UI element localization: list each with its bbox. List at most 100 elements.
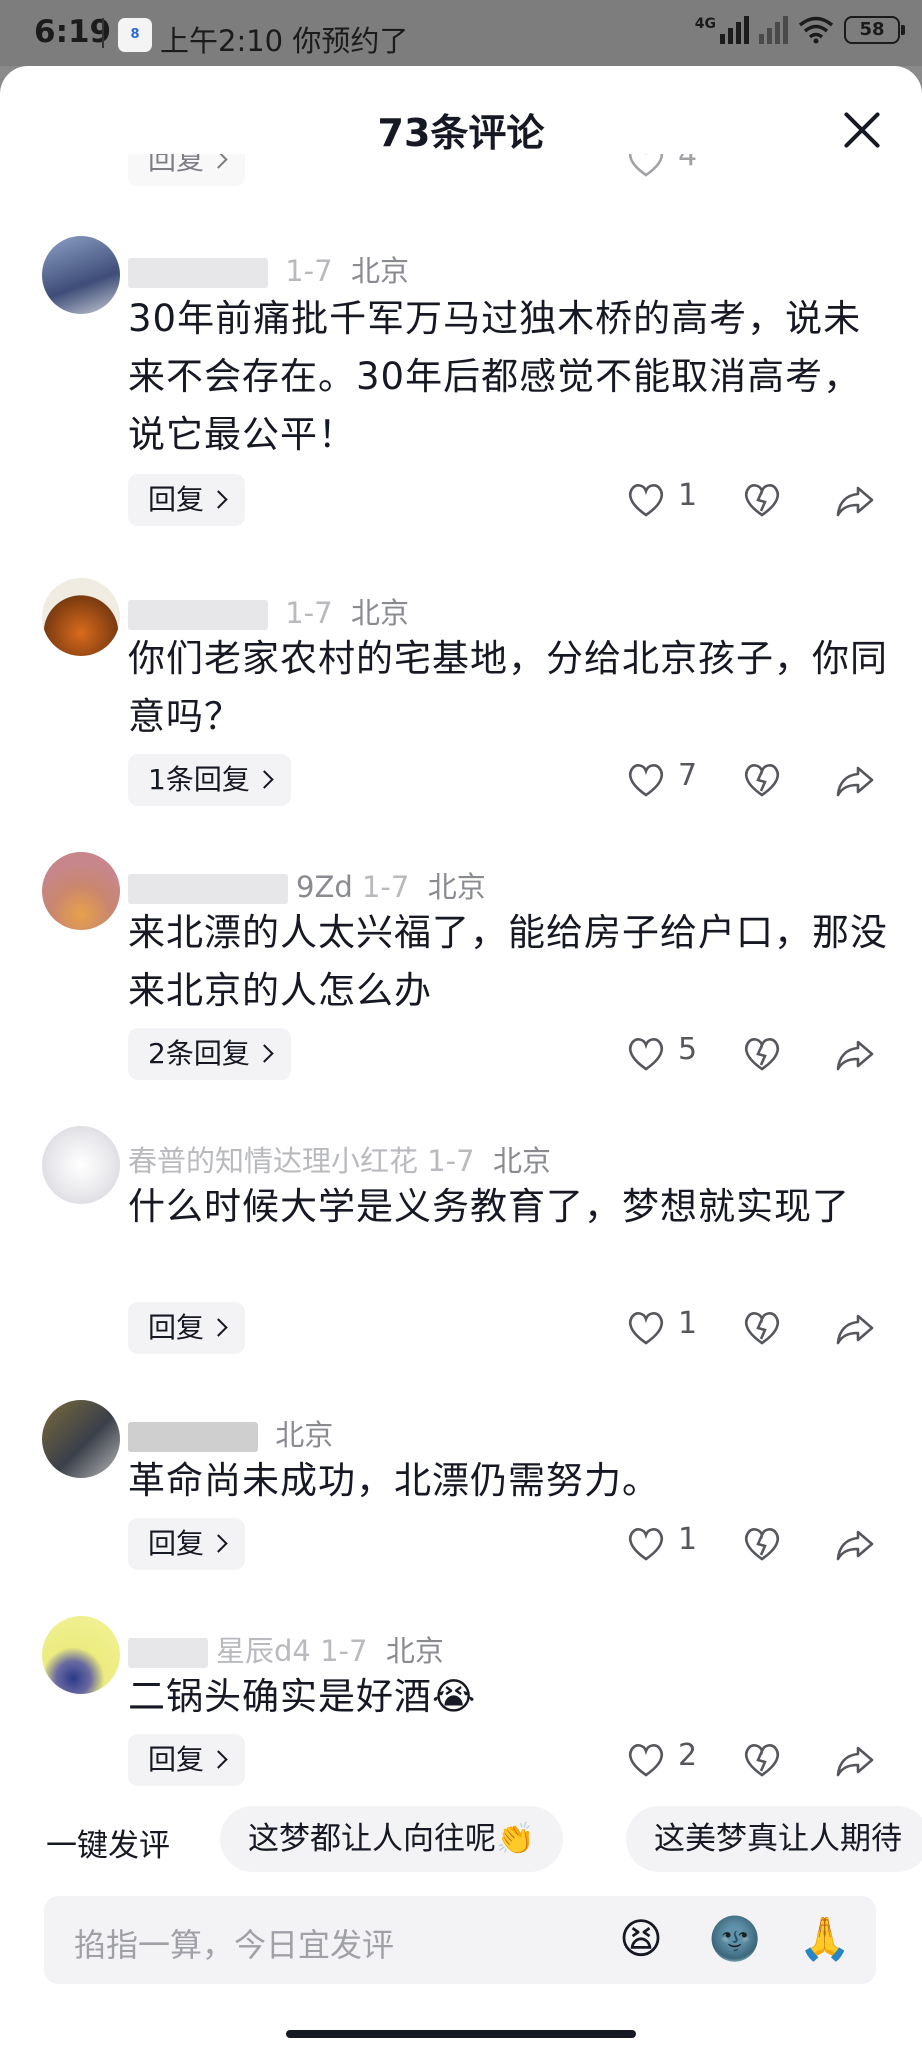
share-icon[interactable] xyxy=(834,480,876,520)
comment-meta: 1-7 北京 xyxy=(128,590,409,632)
avatar[interactable] xyxy=(42,236,120,314)
avatar[interactable] xyxy=(42,852,120,930)
username[interactable]: 星辰d4 xyxy=(216,1634,311,1668)
broken-heart-icon[interactable] xyxy=(742,1034,782,1074)
comment-actions: 5 xyxy=(620,1028,890,1080)
broken-heart-icon[interactable] xyxy=(742,1740,782,1780)
status-notification-text: 上午2:10 你预约了 xyxy=(160,24,409,58)
comment-actions: 1 xyxy=(620,474,890,526)
status-divider xyxy=(102,18,104,48)
sheet-title: 73条评论 xyxy=(377,111,545,155)
signal-icon-secondary xyxy=(759,16,788,44)
home-indicator[interactable] xyxy=(286,2030,636,2038)
avatar[interactable] xyxy=(42,1400,120,1478)
comment-input[interactable]: 掐指一算，今日宜发评 😫 🌚 🙏 xyxy=(44,1896,876,1984)
broken-heart-icon[interactable] xyxy=(742,1308,782,1348)
comment-meta: 北京 xyxy=(128,1412,333,1454)
reply-button[interactable]: 回复 xyxy=(128,1302,246,1354)
comment-location: 北京 xyxy=(275,1418,334,1452)
comment-text: 什么时候大学是义务教育了，梦想就实现了 xyxy=(128,1185,850,1228)
emoji-folded-hands-icon[interactable]: 🙏 xyxy=(796,1910,854,1968)
like-count: 2 xyxy=(678,1738,698,1773)
username[interactable]: 春普的知情达理小红花 xyxy=(128,1144,418,1178)
comment-location: 北京 xyxy=(427,870,486,904)
close-icon[interactable] xyxy=(842,110,882,150)
network-type-label: 4G xyxy=(694,16,716,32)
like-icon[interactable] xyxy=(626,760,666,800)
status-indicators: 4G 58 xyxy=(694,16,905,44)
comment-actions: 2 xyxy=(620,1734,890,1786)
comment-actions: 1 xyxy=(620,1518,890,1570)
like-count: 1 xyxy=(678,478,698,513)
comment-actions: 7 xyxy=(620,754,890,806)
notification-app-icon: 8 xyxy=(118,18,152,52)
broken-heart-icon[interactable] xyxy=(742,480,782,520)
share-icon[interactable] xyxy=(834,760,876,800)
avatar[interactable] xyxy=(42,1616,120,1694)
reply-button[interactable]: 2条回复 xyxy=(128,1028,291,1080)
reply-label: 回复 xyxy=(148,1311,205,1344)
status-bar: 6:19 8 上午2:10 你预约了 4G 58 xyxy=(0,0,922,66)
reply-button[interactable]: 回复 xyxy=(128,1734,246,1786)
quick-comment-chip[interactable]: 这梦都让人向往呢👏 xyxy=(220,1806,563,1872)
chevron-right-icon xyxy=(209,1534,228,1553)
emoji-tired-face-icon[interactable]: 😫 xyxy=(612,1910,670,1968)
comment-meta: 春普的知情达理小红花 1-7 北京 xyxy=(128,1138,551,1180)
comment-location: 北京 xyxy=(493,1144,552,1178)
wifi-icon xyxy=(798,16,834,44)
comment-location: 北京 xyxy=(351,254,410,288)
comment-date: 1-7 xyxy=(320,1634,368,1668)
chevron-right-icon xyxy=(209,1318,228,1337)
reply-label: 回复 xyxy=(148,1743,205,1776)
emoji-new-moon-face-icon[interactable]: 🌚 xyxy=(706,1910,764,1968)
username-redacted xyxy=(128,258,268,288)
comment-date: 1-7 xyxy=(285,254,333,288)
like-icon[interactable] xyxy=(626,1740,666,1780)
reply-button[interactable]: 回复 xyxy=(128,1518,246,1570)
quick-comment-label: 一键发评 xyxy=(46,1828,170,1864)
like-icon[interactable] xyxy=(626,480,666,520)
status-time: 6:19 xyxy=(34,14,112,50)
reply-button[interactable]: 回复 xyxy=(128,474,246,526)
comment-actions: 1 xyxy=(620,1302,890,1354)
reply-button[interactable]: 1条回复 xyxy=(128,754,291,806)
username-redacted xyxy=(128,874,288,904)
chevron-right-icon xyxy=(209,490,228,509)
like-count: 1 xyxy=(678,1522,698,1557)
like-icon[interactable] xyxy=(626,154,666,180)
comment-location: 北京 xyxy=(385,1634,444,1668)
like-icon[interactable] xyxy=(626,1308,666,1348)
username-redacted xyxy=(128,600,268,630)
signal-icon xyxy=(720,16,749,44)
quick-comment-chip[interactable]: 这美梦真让人期待 xyxy=(626,1806,922,1872)
share-icon[interactable] xyxy=(834,1308,876,1348)
comment-sheet: 回复 4 73条评论 1-7 北京 30年前痛批千军万马过独木桥的高考，说未来不… xyxy=(0,66,922,2048)
avatar[interactable] xyxy=(42,578,120,656)
reply-label: 回复 xyxy=(148,1527,205,1560)
comment-date: 1-7 xyxy=(285,596,333,630)
comment-meta: 星辰d4 1-7 北京 xyxy=(128,1628,444,1670)
share-icon[interactable] xyxy=(834,1034,876,1074)
partial-comment-row: 回复 4 xyxy=(0,154,922,198)
share-icon[interactable] xyxy=(834,1524,876,1564)
comment-date: 1-7 xyxy=(427,1144,475,1178)
broken-heart-icon[interactable] xyxy=(742,760,782,800)
comment-location: 北京 xyxy=(351,596,410,630)
like-count: 1 xyxy=(678,1306,698,1341)
reply-label: 2条回复 xyxy=(148,1037,250,1070)
reply-label: 1条回复 xyxy=(148,763,250,796)
reply-label: 回复 xyxy=(148,483,205,516)
comment-text: 你们老家农村的宅基地，分给北京孩子，你同意吗？ xyxy=(128,637,888,738)
reply-button-partial[interactable]: 回复 xyxy=(128,154,246,186)
username-redacted xyxy=(128,1422,258,1452)
username[interactable]: 9Zd xyxy=(296,870,353,904)
like-icon[interactable] xyxy=(626,1524,666,1564)
like-count: 7 xyxy=(678,758,698,793)
share-icon[interactable] xyxy=(834,1740,876,1780)
chevron-right-icon xyxy=(209,1750,228,1769)
avatar[interactable] xyxy=(42,1126,120,1204)
broken-heart-icon[interactable] xyxy=(742,1524,782,1564)
like-icon[interactable] xyxy=(626,1034,666,1074)
comment-text: 二锅头确实是好酒😭 xyxy=(128,1675,477,1718)
like-count: 5 xyxy=(678,1032,698,1067)
